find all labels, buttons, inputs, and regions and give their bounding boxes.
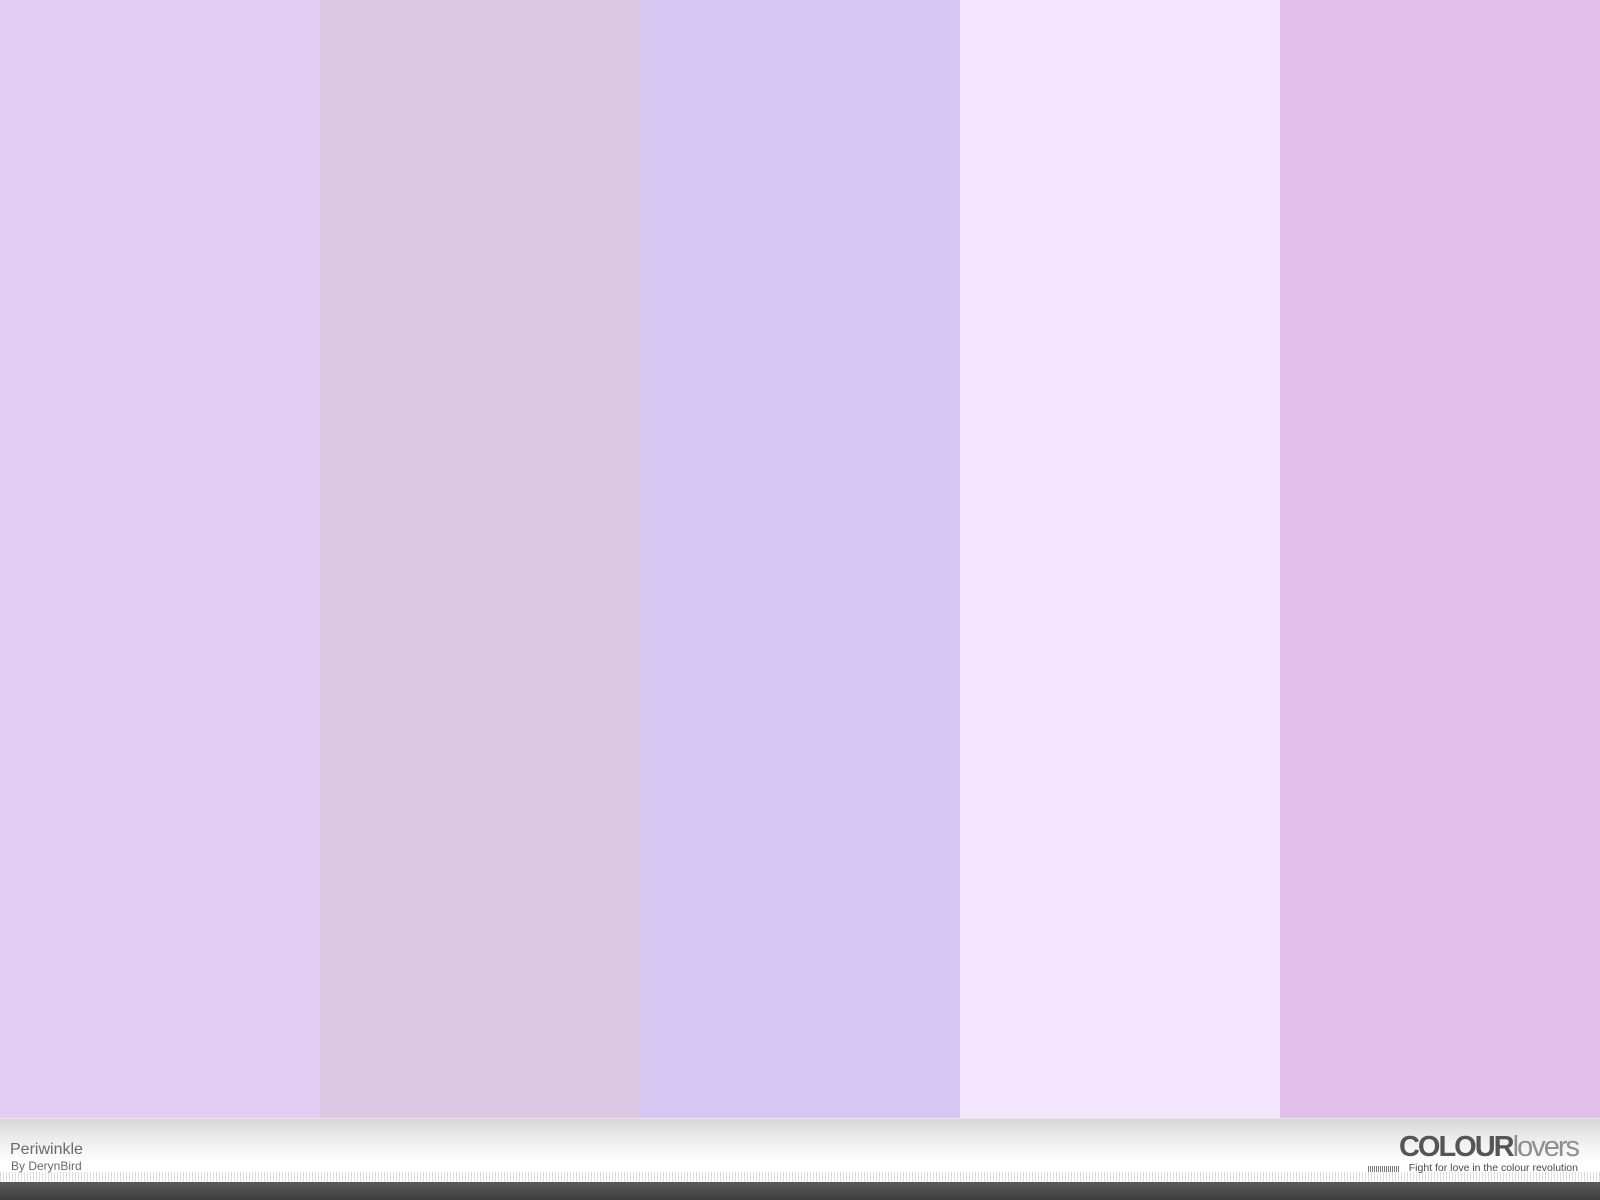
logo-dots-icon <box>1368 1166 1400 1172</box>
logo-wordmark-lovers: lovers <box>1512 1131 1580 1163</box>
logo-tagline: Fight for love in the colour revolution <box>1408 1162 1578 1174</box>
swatch-3 <box>640 0 960 1118</box>
color-swatches <box>0 0 1600 1118</box>
logo-wordmark-colour: COLOUR <box>1398 1131 1515 1163</box>
colourlovers-logo[interactable]: COLOURlovers Fight for love in the colou… <box>1338 1131 1580 1175</box>
palette-author: By DerynBird <box>11 1159 82 1173</box>
swatch-1 <box>0 0 320 1118</box>
logo-wordmark: COLOURlovers <box>1398 1131 1580 1163</box>
palette-footer: Periwinkle By DerynBird COLOURlovers Fig… <box>0 1118 1600 1182</box>
palette-page: Periwinkle By DerynBird COLOURlovers Fig… <box>0 0 1600 1200</box>
swatch-2 <box>320 0 640 1118</box>
swatch-4 <box>960 0 1280 1118</box>
bottom-bar <box>0 1182 1600 1200</box>
swatch-5 <box>1280 0 1600 1118</box>
palette-title: Periwinkle <box>10 1141 83 1158</box>
